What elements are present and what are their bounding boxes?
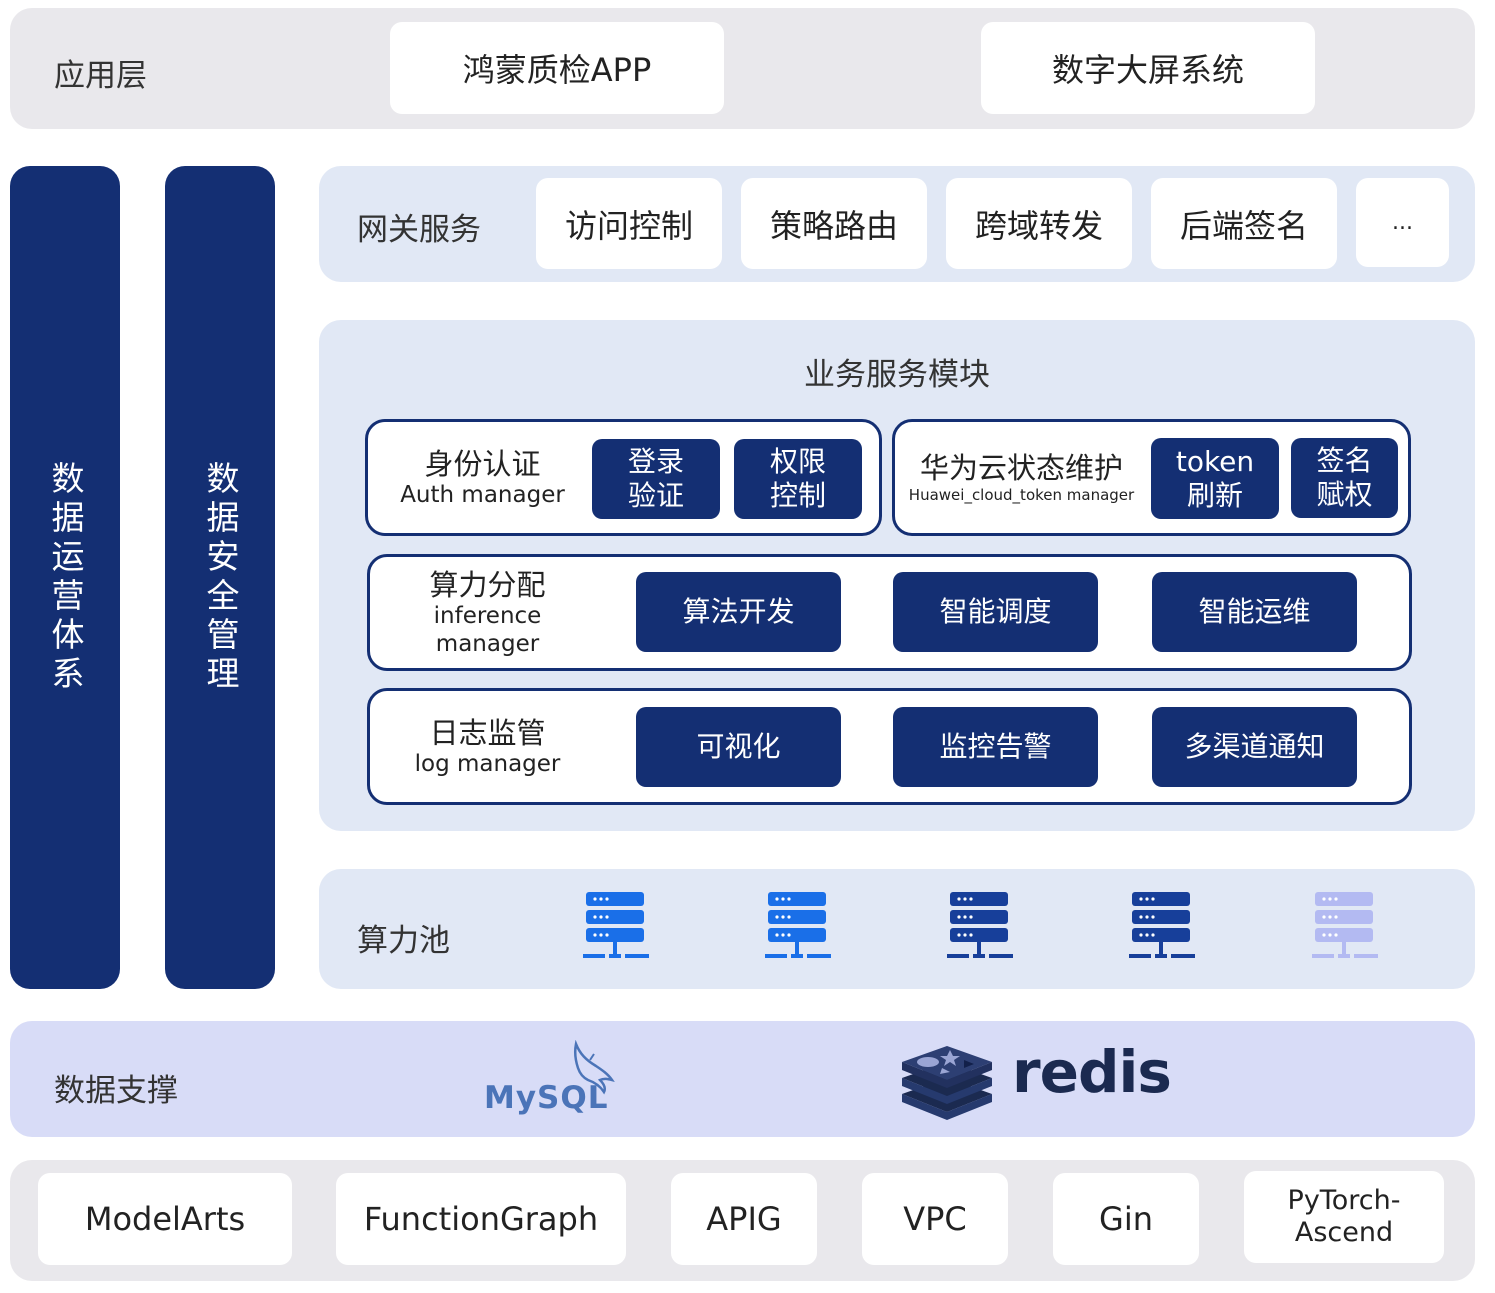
log-manager-en: log manager xyxy=(414,751,561,777)
server-icon xyxy=(1129,892,1195,958)
gateway-cross-domain: 跨域转发 xyxy=(946,178,1132,269)
signature-auth-line2: 赋权 xyxy=(1316,478,1373,511)
huawei-token-label: 华为云状态维护 Huawei_cloud_token manager xyxy=(900,440,1143,516)
server-icon xyxy=(583,892,649,958)
log-manager-cn: 日志监管 xyxy=(429,716,546,750)
infra-functiongraph: FunctionGraph xyxy=(336,1173,626,1265)
compute-pool-label: 算力池 xyxy=(357,923,450,959)
server-icon xyxy=(1312,892,1378,958)
monitoring-alert-box: 监控告警 xyxy=(893,707,1098,787)
algorithm-dev-box: 算法开发 xyxy=(636,572,841,652)
multichannel-notify-box: 多渠道通知 xyxy=(1152,707,1357,787)
pytorch-line2: Ascend xyxy=(1294,1217,1394,1248)
data-support-band xyxy=(10,1021,1475,1137)
app-harmony-qc: 鸿蒙质检APP xyxy=(390,22,724,114)
permission-control-box: 权限 控制 xyxy=(734,439,862,519)
gateway-access-control: 访问控制 xyxy=(536,178,722,269)
signature-auth-line1: 签名 xyxy=(1316,444,1373,477)
huawei-token-cn: 华为云状态维护 xyxy=(919,451,1123,485)
inference-manager-en: inference manager xyxy=(433,603,542,657)
mysql-wordmark: MySQL xyxy=(484,1080,609,1116)
compute-pool-band xyxy=(319,869,1475,989)
side-bar-data-operations: 数据运营体系 xyxy=(10,166,120,989)
pytorch-line1: PyTorch- xyxy=(1287,1185,1401,1216)
infra-modelarts: ModelArts xyxy=(38,1173,292,1265)
side-bar-label: 数据运营体系 xyxy=(46,460,85,695)
permission-control-line1: 权限 xyxy=(769,445,826,478)
mysql-logo: MySQL xyxy=(484,1039,634,1120)
login-verify-line1: 登录 xyxy=(627,445,684,478)
inference-manager-label: 算力分配 inference manager xyxy=(380,568,595,657)
login-verify-line2: 验证 xyxy=(627,479,684,512)
application-layer-label: 应用层 xyxy=(54,58,147,94)
log-manager-label: 日志监管 log manager xyxy=(380,709,595,785)
gateway-more: ... xyxy=(1356,178,1449,267)
side-bar-data-security: 数据安全管理 xyxy=(165,166,275,989)
redis-wordmark: redis xyxy=(1012,1038,1172,1106)
server-icon xyxy=(765,892,831,958)
auth-manager-en: Auth manager xyxy=(400,482,565,508)
gateway-policy-routing: 策略路由 xyxy=(741,178,927,269)
infra-gin: Gin xyxy=(1053,1173,1199,1265)
data-support-label: 数据支撑 xyxy=(54,1073,178,1109)
token-refresh-line2: 刷新 xyxy=(1186,478,1243,512)
business-module-title: 业务服务模块 xyxy=(804,356,990,393)
gateway-label: 网关服务 xyxy=(357,212,481,248)
redis-cube-icon xyxy=(902,1046,992,1120)
app-digital-screen: 数字大屏系统 xyxy=(981,22,1315,114)
inference-manager-cn: 算力分配 xyxy=(429,568,546,602)
login-verify-box: 登录 验证 xyxy=(592,439,720,519)
infra-pytorch-ascend: PyTorch- Ascend xyxy=(1244,1171,1444,1263)
infra-vpc: VPC xyxy=(862,1173,1008,1265)
permission-control-line2: 控制 xyxy=(769,479,826,512)
infra-apig: APIG xyxy=(671,1173,817,1265)
auth-manager-cn: 身份认证 xyxy=(424,447,541,481)
token-refresh-line1: token xyxy=(1175,444,1255,478)
gateway-backend-signature: 后端签名 xyxy=(1151,178,1337,269)
redis-logo: redis xyxy=(898,1038,1172,1122)
side-bar-label: 数据安全管理 xyxy=(201,460,240,695)
signature-auth-box: 签名 赋权 xyxy=(1291,438,1398,518)
smart-ops-box: 智能运维 xyxy=(1152,572,1357,652)
auth-manager-label: 身份认证 Auth manager xyxy=(380,440,585,516)
huawei-token-en: Huawei_cloud_token manager xyxy=(908,486,1135,504)
visualization-box: 可视化 xyxy=(636,707,841,787)
server-icon xyxy=(947,892,1013,958)
smart-scheduling-box: 智能调度 xyxy=(893,572,1098,652)
token-refresh-box: token 刷新 xyxy=(1151,438,1279,519)
